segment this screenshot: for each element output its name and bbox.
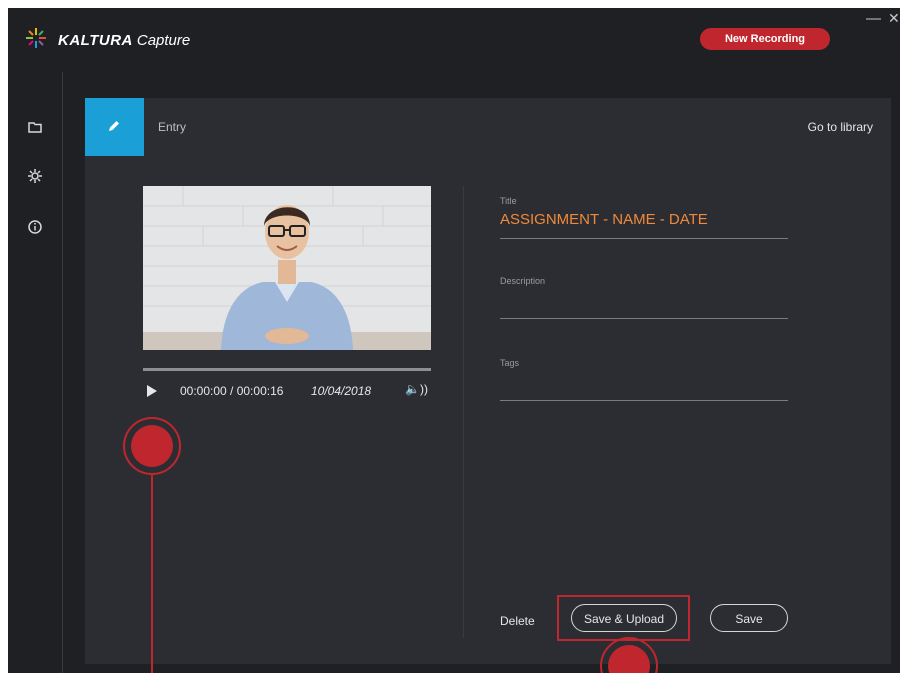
save-upload-highlight-box [557,595,690,641]
playback-time: 00:00:00 / 00:00:16 [180,384,284,398]
save-button[interactable]: Save [710,604,788,632]
sidebar [8,72,62,673]
playback-progress-bar[interactable] [143,368,431,371]
minimize-button[interactable]: — [866,10,881,27]
tags-input[interactable] [500,373,788,397]
pencil-icon [109,121,119,131]
entry-panel: Entry Go to library 00:00:00 / 00:00:16 … [85,98,891,664]
entry-tab-label: Entry [158,120,187,134]
delete-button[interactable]: Delete [500,614,535,628]
title-underline [500,238,788,239]
video-thumbnail[interactable] [143,186,431,350]
description-label: Description [500,276,546,286]
sidebar-divider [62,72,63,673]
title-bar: KALTURA Capture New Recording — ✕ [8,8,900,72]
go-to-library-link[interactable]: Go to library [808,120,873,134]
play-icon[interactable] [147,385,157,397]
recording-date: 10/04/2018 [311,384,372,398]
logo-product: Capture [136,32,191,49]
kaltura-capture-window: KALTURA Capture New Recording — ✕ Entry … [8,8,900,673]
volume-icon[interactable]: 🔈)) [405,382,428,396]
column-divider [463,186,464,638]
close-window-button[interactable]: ✕ [888,10,900,27]
description-underline [500,318,788,319]
edit-entry-tab[interactable] [85,98,144,156]
info-icon[interactable] [26,218,44,236]
folder-icon[interactable] [26,118,44,136]
gear-icon[interactable] [26,167,44,185]
app-logo-text: KALTURA Capture [58,32,190,49]
kaltura-logo-icon [26,28,46,48]
title-label: Title [500,196,517,206]
tags-underline [500,400,788,401]
new-recording-button[interactable]: New Recording [700,28,830,50]
title-input[interactable]: ASSIGNMENT - NAME - DATE [500,211,708,228]
logo-brand: KALTURA [58,32,133,49]
description-input[interactable] [500,291,788,315]
player-controls: 00:00:00 / 00:00:16 10/04/2018 🔈)) [143,382,443,402]
presenter-thumbnail [143,186,431,350]
tags-label: Tags [500,358,520,368]
